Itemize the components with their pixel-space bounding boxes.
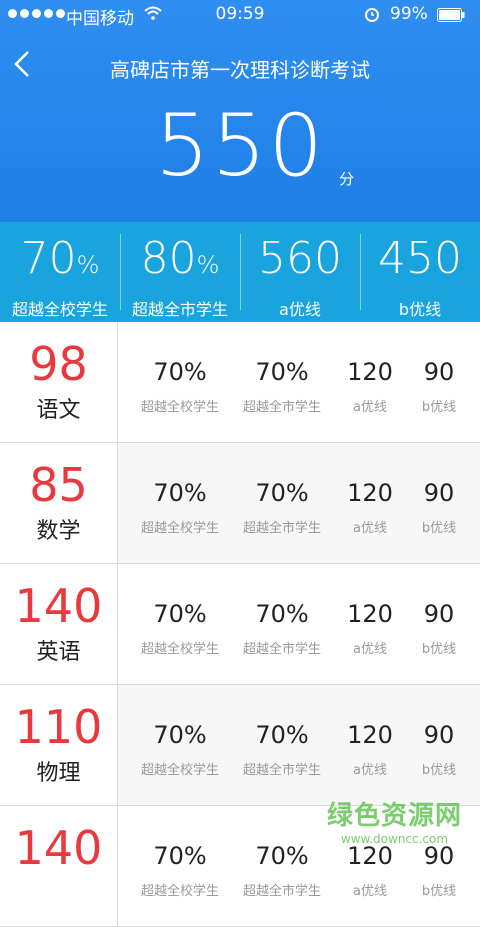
subject-stat-value: 70% (255, 600, 309, 628)
subject-stat: 70% 超越全市学生 (230, 806, 334, 899)
subject-stat-label: b优线 (421, 642, 457, 657)
summary-bar: 70% 超越全校学生 80% 超越全市学生 560 a优线 450 b优线 (0, 222, 480, 322)
subject-name: 数学 (36, 519, 81, 544)
subject-stat: 120 a优线 (337, 443, 403, 536)
subject-stat-value: 70% (153, 479, 207, 507)
subject-stat-value: 90 (423, 842, 455, 870)
subject-row[interactable]: 140 英语 70% 超越全校学生 70% 超越全市学生 120 a优线 90 b优线 (0, 564, 480, 685)
subject-stat-value: 70% (153, 358, 207, 386)
subject-stat: 70% 超越全市学生 (230, 564, 334, 657)
subject-score-cell: 140 英语 (0, 564, 118, 684)
subject-score: 140 (14, 821, 103, 875)
battery-percent: 99% (390, 4, 428, 24)
subject-stat-value: 70% (153, 721, 207, 749)
subject-stat: 70% 超越全校学生 (128, 685, 232, 778)
subject-stat: 120 a优线 (337, 564, 403, 657)
subject-stat: 70% 超越全市学生 (230, 322, 334, 415)
subject-stat-label: 超越全市学生 (242, 521, 321, 536)
subject-stat-value: 90 (423, 479, 455, 507)
battery-icon (437, 8, 465, 22)
subject-row[interactable]: 110 物理 70% 超越全校学生 70% 超越全市学生 120 a优线 90 b优线 (0, 685, 480, 806)
subject-stat: 70% 超越全市学生 (230, 443, 334, 536)
subject-stat-label: 超越全市学生 (242, 400, 321, 415)
subject-stat-value: 90 (423, 358, 455, 386)
subject-stat: 90 b优线 (407, 322, 471, 415)
subject-stats: 70% 超越全校学生 70% 超越全市学生 120 a优线 90 b优线 (118, 443, 480, 563)
subject-stat-label: a优线 (353, 642, 387, 657)
subject-stat-label: 超越全校学生 (140, 521, 219, 536)
header: 中国移动 09:59 99% 高碑店市第一次理科诊断考试 550 分 (0, 0, 480, 222)
subject-score-cell: 85 数学 (0, 443, 118, 563)
page-title: 高碑店市第一次理科诊断考试 (110, 58, 370, 82)
subject-stat-label: 超越全市学生 (242, 884, 321, 899)
subject-name: 英语 (36, 640, 81, 665)
subject-stat-value: 120 (347, 358, 393, 386)
subject-stat-label: a优线 (353, 763, 387, 778)
subject-stat: 70% 超越全市学生 (230, 685, 334, 778)
subject-row[interactable]: 85 数学 70% 超越全校学生 70% 超越全市学生 120 a优线 90 b优线 (0, 443, 480, 564)
subject-score: 98 (29, 337, 88, 391)
subject-stat-label: 超越全校学生 (140, 884, 219, 899)
subject-name: 语文 (36, 398, 81, 423)
subject-stat-label: b优线 (421, 521, 457, 536)
subject-stat-label: 超越全校学生 (140, 400, 219, 415)
subject-stats: 70% 超越全校学生 70% 超越全市学生 120 a优线 90 b优线 (118, 685, 480, 805)
subject-stat: 90 b优线 (407, 564, 471, 657)
subject-stat-value: 70% (255, 721, 309, 749)
subject-score-cell: 140 (0, 806, 118, 926)
subject-stat: 120 a优线 (337, 322, 403, 415)
subject-score: 110 (14, 700, 103, 754)
subject-score-cell: 98 语文 (0, 322, 118, 442)
summary-a-line: 560 a优线 (240, 222, 360, 322)
subject-stat-value: 90 (423, 721, 455, 749)
subject-stat-label: 超越全校学生 (140, 642, 219, 657)
total-score: 550 分 (0, 96, 480, 196)
subject-stat-label: b优线 (421, 884, 457, 899)
subject-row[interactable]: 98 语文 70% 超越全校学生 70% 超越全市学生 120 a优线 90 b优线 (0, 322, 480, 443)
subject-stat-label: a优线 (353, 884, 387, 899)
subject-stat-label: 超越全市学生 (242, 763, 321, 778)
subject-stat-value: 120 (347, 721, 393, 749)
summary-b-line: 450 b优线 (360, 222, 480, 322)
summary-city: 80% 超越全市学生 (120, 222, 240, 322)
subject-stat: 70% 超越全校学生 (128, 806, 232, 899)
subject-stat: 90 b优线 (407, 443, 471, 536)
subject-stat-value: 70% (255, 479, 309, 507)
subject-score: 140 (14, 579, 103, 633)
subject-stat-label: a优线 (353, 521, 387, 536)
subject-stat-value: 70% (255, 358, 309, 386)
subject-stat-value: 70% (255, 842, 309, 870)
subject-stat-label: a优线 (353, 400, 387, 415)
alarm-icon (365, 8, 379, 22)
subject-stats: 70% 超越全校学生 70% 超越全市学生 120 a优线 90 b优线 (118, 564, 480, 684)
subject-stat-value: 120 (347, 600, 393, 628)
subject-stat: 70% 超越全校学生 (128, 564, 232, 657)
subject-score: 85 (29, 458, 88, 512)
subject-stat-label: 超越全市学生 (242, 642, 321, 657)
watermark: 绿色资源网 www.downcc.com (326, 801, 462, 846)
subject-stat-label: 超越全校学生 (140, 763, 219, 778)
subject-stat: 90 b优线 (407, 685, 471, 778)
subject-stat-value: 70% (153, 842, 207, 870)
subject-stats: 70% 超越全校学生 70% 超越全市学生 120 a优线 90 b优线 (118, 322, 480, 442)
total-score-unit: 分 (339, 170, 355, 188)
subject-stat: 70% 超越全校学生 (128, 322, 232, 415)
subject-stat-value: 70% (153, 600, 207, 628)
subject-stat-label: b优线 (421, 763, 457, 778)
subject-name: 物理 (36, 761, 81, 786)
summary-school: 70% 超越全校学生 (11, 233, 108, 319)
subject-stat: 120 a优线 (337, 685, 403, 778)
subject-stat-value: 120 (347, 479, 393, 507)
total-score-value: 550 (154, 96, 326, 196)
subject-stat-value: 120 (347, 842, 393, 870)
subject-score-cell: 110 物理 (0, 685, 118, 805)
subject-stat: 70% 超越全校学生 (128, 443, 232, 536)
status-bar: 中国移动 09:59 99% (0, 0, 480, 30)
subject-stat-value: 90 (423, 600, 455, 628)
subject-stat-label: b优线 (421, 400, 457, 415)
